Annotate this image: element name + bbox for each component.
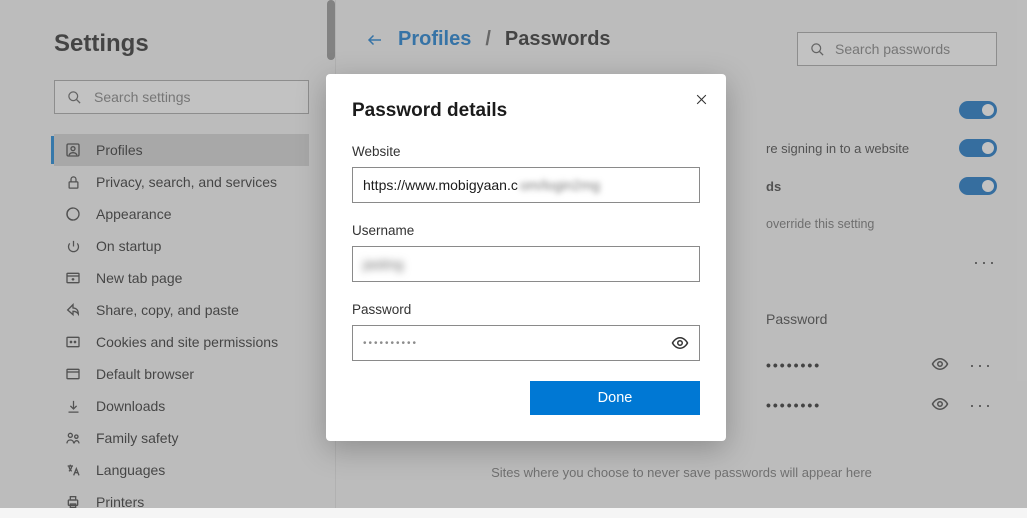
done-button[interactable]: Done — [530, 381, 700, 415]
website-blurred-tail: om/login2mg — [520, 177, 600, 193]
password-details-dialog: Password details Website https://www.mob… — [326, 74, 726, 441]
dialog-title: Password details — [352, 100, 700, 122]
password-mask: •••••••••• — [363, 338, 418, 349]
website-label: Website — [352, 144, 700, 159]
password-label: Password — [352, 302, 700, 317]
password-field[interactable]: •••••••••• — [352, 325, 700, 361]
reveal-password-button[interactable] — [671, 334, 689, 355]
website-field[interactable]: https://www.mobigyaan.com/login2mg — [352, 167, 700, 203]
website-value: https://www.mobigyaan.c — [363, 177, 518, 193]
username-label: Username — [352, 223, 700, 238]
close-button[interactable] — [690, 88, 712, 110]
username-field[interactable]: jasting — [352, 246, 700, 282]
close-icon — [695, 93, 708, 106]
username-blurred: jasting — [363, 256, 403, 272]
